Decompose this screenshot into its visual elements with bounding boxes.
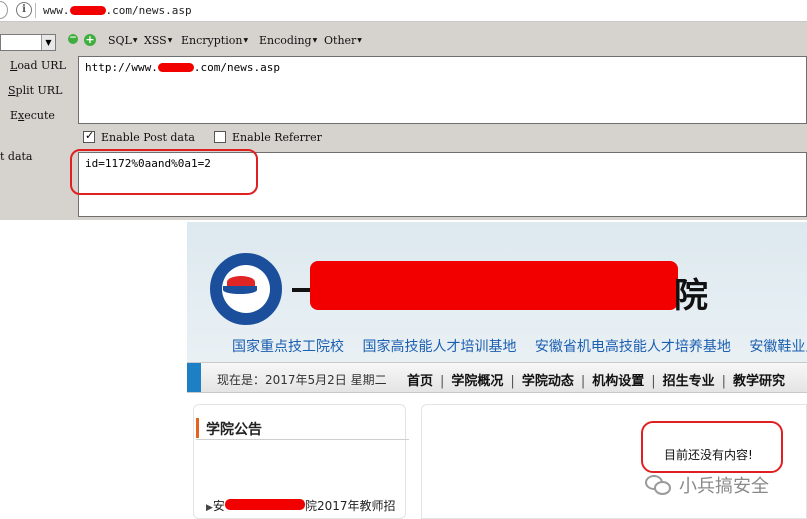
school-logo bbox=[210, 253, 282, 325]
execute-button[interactable]: Execute bbox=[10, 109, 55, 122]
slogan-links: 国家重点技工院校 国家高技能人才培训基地 安徽省机电高技能人才培养基地 安徽鞋业… bbox=[232, 336, 807, 356]
nav-departments[interactable]: 机构设置 bbox=[592, 374, 644, 389]
enable-post-checkbox[interactable]: ✓ bbox=[83, 129, 95, 143]
execute-label-start: E bbox=[10, 109, 19, 122]
nav-home[interactable]: 首页 bbox=[407, 374, 433, 389]
slogan-3[interactable]: 安徽省机电高技能人才培养基地 bbox=[535, 339, 731, 355]
main-navbar: 现在是：2017年5月2日 星期二 首页 | 学院概况 | 学院动态 | 机构设置 | 招生专业… bbox=[187, 362, 807, 393]
hackbar-dropdown[interactable]: ▼ bbox=[0, 34, 56, 51]
watermark-text: 小兵搞安全 bbox=[679, 476, 769, 497]
redacted-site-title bbox=[310, 261, 678, 310]
dropdown-arrow-icon: ▼ bbox=[312, 37, 318, 44]
nav-divider: | bbox=[580, 374, 586, 389]
address-url-suffix: .com/news.asp bbox=[105, 4, 192, 17]
nav-research[interactable]: 教学研究 bbox=[733, 374, 785, 389]
notice-item[interactable]: ▶安 院2017年教师招 bbox=[206, 497, 395, 514]
redacted-domain bbox=[69, 6, 106, 15]
menu-sql[interactable]: SQL▼ bbox=[108, 34, 137, 47]
dropdown-arrow-icon: ▼ bbox=[357, 37, 362, 44]
menu-xss-label: XSS bbox=[144, 34, 167, 47]
bullet-arrow-icon: ▶ bbox=[206, 503, 213, 513]
banner-title-dash bbox=[292, 288, 310, 292]
url-value-prefix: http://www. bbox=[85, 61, 158, 74]
post-data-side-label: t data bbox=[0, 150, 33, 163]
enable-post-label: Enable Post data bbox=[101, 131, 195, 144]
enable-referrer-label: Enable Referrer bbox=[232, 131, 322, 144]
navbar-accent bbox=[187, 363, 201, 392]
address-url[interactable]: www. .com/news.asp bbox=[43, 4, 192, 17]
notice-title: 学院公告 bbox=[206, 422, 262, 438]
url-textarea[interactable]: http://www. .com/news.asp bbox=[78, 56, 807, 124]
split-url-hotkey: S bbox=[8, 84, 16, 97]
menu-encoding[interactable]: Encoding▼ bbox=[259, 34, 317, 47]
menu-encryption[interactable]: Encryption▼ bbox=[181, 34, 248, 47]
slogan-1[interactable]: 国家重点技工院校 bbox=[232, 339, 344, 355]
nav-overview[interactable]: 学院概况 bbox=[451, 374, 503, 389]
menu-other[interactable]: Other▼ bbox=[324, 34, 362, 47]
redacted-domain bbox=[157, 63, 194, 72]
checkmark-icon: ✓ bbox=[85, 129, 95, 142]
nav-links: 首页 | 学院概况 | 学院动态 | 机构设置 | 招生专业 | 教学研究 bbox=[407, 370, 785, 389]
slogan-4[interactable]: 安徽鞋业人 bbox=[749, 339, 807, 355]
address-bar: i www. .com/news.asp bbox=[0, 0, 807, 22]
wechat-icon bbox=[645, 474, 673, 496]
notice-header: 学院公告 bbox=[196, 416, 409, 440]
notice-item-suffix: 院2017年教师招 bbox=[304, 499, 396, 513]
url-value-suffix: .com/news.asp bbox=[193, 61, 280, 74]
menu-sql-label: SQL bbox=[108, 34, 132, 47]
logo-swoosh-base bbox=[223, 286, 257, 294]
chevron-down-icon[interactable]: ▼ bbox=[41, 35, 55, 50]
menu-other-label: Other bbox=[324, 34, 357, 47]
nav-divider: | bbox=[440, 374, 445, 389]
notice-item-prefix: 安 bbox=[212, 499, 225, 513]
address-separator bbox=[35, 3, 36, 18]
highlight-outline-empty-message bbox=[641, 421, 783, 473]
nav-news[interactable]: 学院动态 bbox=[522, 374, 574, 389]
nav-admissions[interactable]: 招生专业 bbox=[663, 374, 715, 389]
dropdown-arrow-icon: ▼ bbox=[167, 37, 173, 44]
watermark: 小兵搞安全 bbox=[645, 472, 769, 498]
notice-header-mark bbox=[196, 418, 199, 438]
current-date: 现在是：2017年5月2日 星期二 bbox=[217, 373, 387, 387]
banner-title-end: 院 bbox=[674, 276, 708, 316]
menu-encoding-label: Encoding bbox=[259, 34, 312, 47]
dropdown-arrow-icon: ▼ bbox=[132, 37, 138, 44]
slogan-2[interactable]: 国家高技能人才培训基地 bbox=[362, 339, 516, 355]
back-button[interactable] bbox=[0, 1, 8, 19]
enable-referrer-checkbox[interactable] bbox=[214, 131, 226, 143]
dropdown-arrow-icon: ▼ bbox=[243, 37, 249, 44]
menu-xss[interactable]: XSS▼ bbox=[144, 34, 172, 47]
url-textarea-value: http://www. .com/news.asp bbox=[85, 61, 280, 74]
load-url-label: oad URL bbox=[17, 59, 66, 72]
execute-label-rest: ecute bbox=[24, 109, 55, 122]
redacted-school-name bbox=[224, 499, 305, 510]
menu-encryption-label: Encryption bbox=[181, 34, 243, 47]
highlight-outline-post-data bbox=[70, 149, 258, 195]
split-url-label: plit URL bbox=[15, 84, 63, 97]
load-url-button[interactable]: Load URL bbox=[10, 59, 66, 72]
nav-divider: | bbox=[721, 374, 727, 389]
site-info-icon[interactable]: i bbox=[16, 2, 32, 18]
address-url-prefix: www. bbox=[43, 4, 70, 17]
increase-icon[interactable]: + bbox=[84, 34, 96, 46]
decrease-icon[interactable]: − bbox=[68, 34, 78, 44]
split-url-button[interactable]: Split URL bbox=[8, 84, 62, 97]
nav-divider: | bbox=[651, 374, 656, 389]
nav-divider: | bbox=[510, 374, 515, 389]
